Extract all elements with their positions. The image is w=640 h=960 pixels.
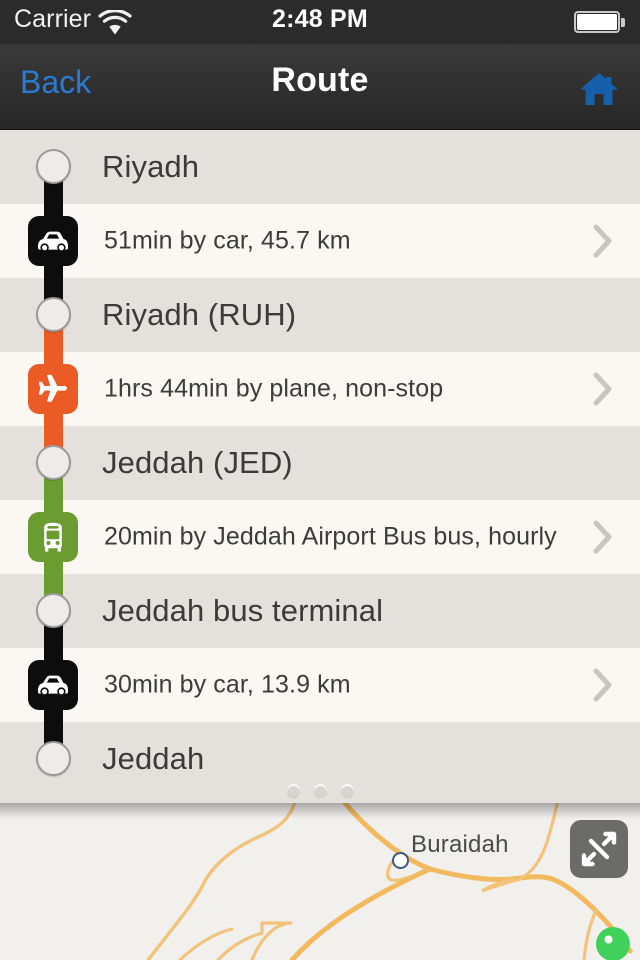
grabber-dots[interactable] <box>0 777 640 803</box>
battery-cap <box>621 18 625 27</box>
map-view[interactable] <box>0 803 640 960</box>
route-station-row: Riyadh <box>0 130 640 204</box>
expand-map-button[interactable] <box>570 820 628 878</box>
segment-label: 51min by car, 45.7 km <box>104 226 351 255</box>
route-station-row: Riyadh (RUH) <box>0 278 640 352</box>
grabber-dot <box>286 783 300 797</box>
segment-label: 20min by Jeddah Airport Bus bus, hourly <box>104 522 557 551</box>
chevron-right-icon <box>593 668 612 702</box>
grabber-dot <box>340 783 354 797</box>
route-segment-row[interactable]: 1hrs 44min by plane, non-stop <box>0 352 640 426</box>
station-label: Riyadh (RUH) <box>102 297 297 332</box>
route-segment-row[interactable]: 30min by car, 13.9 km <box>0 648 640 722</box>
route-station-row: Jeddah bus terminal <box>0 574 640 648</box>
app-screen: Carrier 2:48 PM Back Route Riyadh 51min <box>0 0 640 960</box>
chevron-right-icon <box>593 520 612 554</box>
route-station-row: Jeddah (JED) <box>0 426 640 500</box>
map-circle-marker[interactable] <box>392 852 409 869</box>
battery-level <box>577 14 617 30</box>
map-roads <box>0 803 640 960</box>
clock-label: 2:48 PM <box>272 5 368 33</box>
map-pin-green[interactable] <box>596 927 630 960</box>
segment-label: 30min by car, 13.9 km <box>104 670 351 699</box>
navigation-bar: Back Route <box>0 44 640 130</box>
station-label: Jeddah <box>102 741 205 776</box>
route-segment-row[interactable]: 20min by Jeddah Airport Bus bus, hourly <box>0 500 640 574</box>
chevron-right-icon <box>593 224 612 258</box>
map-city-label: Buraidah <box>411 831 509 858</box>
station-label: Riyadh <box>102 149 200 184</box>
status-bar: Carrier 2:48 PM <box>0 0 640 44</box>
page-title: Route <box>271 61 369 99</box>
battery-full-icon <box>574 11 626 35</box>
segment-label: 1hrs 44min by plane, non-stop <box>104 374 444 403</box>
route-list[interactable]: Riyadh 51min by car, 45.7 km Riyadh (RUH… <box>0 130 640 803</box>
home-icon[interactable] <box>578 70 620 108</box>
expand-arrows-icon <box>581 831 617 867</box>
station-label: Jeddah (JED) <box>102 445 293 480</box>
route-segment-row[interactable]: 51min by car, 45.7 km <box>0 204 640 278</box>
grabber-dot <box>313 783 327 797</box>
chevron-right-icon <box>593 372 612 406</box>
station-label: Jeddah bus terminal <box>102 593 384 628</box>
